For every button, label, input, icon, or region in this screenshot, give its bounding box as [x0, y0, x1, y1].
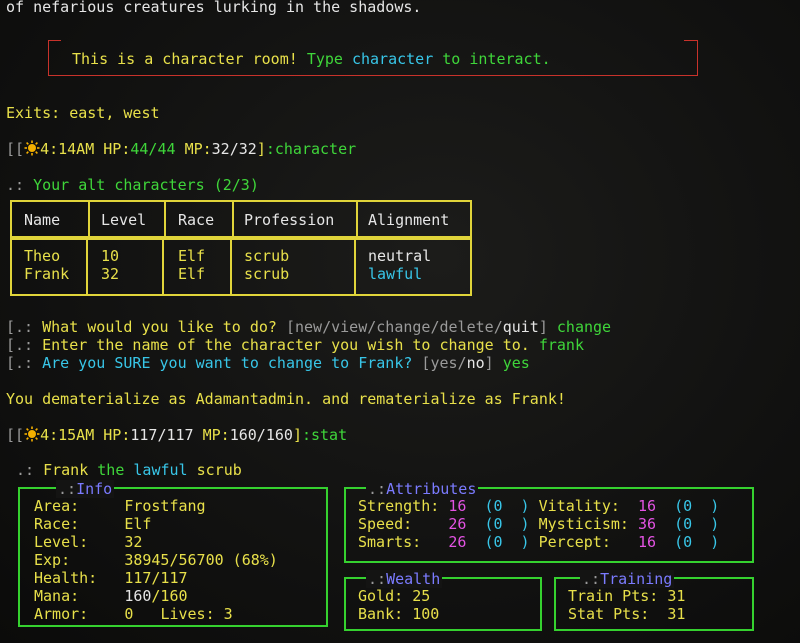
table-cell-name: Theo	[24, 247, 61, 265]
sun-icon	[24, 426, 40, 442]
wealth-panel-title: .:Wealth	[366, 570, 443, 588]
stat-heading: .: Frank the lawful scrub	[16, 461, 242, 479]
menu-question-line: [.: What would you like to do? [new/view…	[6, 318, 612, 336]
info-area-row: Area: Frostfang	[34, 497, 206, 515]
dematerialize-message: You dematerialize as Adamantadmin. and r…	[6, 390, 566, 408]
table-cell-name: Frank	[24, 265, 70, 283]
table-cell-alignment: neutral	[368, 247, 432, 265]
sun-icon	[24, 140, 40, 156]
banner-command: character	[351, 50, 434, 68]
name-prompt-line: [.: Enter the name of the character you …	[6, 336, 584, 354]
table-cell-race: Elf	[178, 265, 206, 283]
table-cell-level: 10	[101, 247, 120, 265]
info-level-row: Level: 32	[34, 533, 143, 551]
status-prompt-2: [[4:15AM HP:117/117 MP:160/160]:stat	[6, 426, 348, 444]
training-train-row: Train Pts: 31	[568, 587, 686, 605]
confirm-prompt-line: [.: Are you SURE you want to change to F…	[6, 354, 530, 372]
info-panel-title: .:Info	[56, 480, 115, 498]
entered-command-1: character	[274, 140, 357, 158]
wealth-bank-row: Bank: 100	[358, 605, 440, 623]
info-armor-row: Armor: 0 Lives: 3	[34, 605, 233, 623]
intro-line: of nefarious creatures lurking in the sh…	[6, 0, 422, 16]
info-mana-row: Mana: 160/160	[34, 587, 188, 605]
table-cell-alignment: lawful	[368, 265, 423, 283]
alt-characters-heading: .: Your alt characters (2/3)	[6, 176, 259, 194]
attribute-row: Speed: 26 (0 ) Mysticism: 36 (0 )	[358, 515, 720, 533]
table-cell-profession: scrub	[244, 265, 290, 283]
table-cell-profession: scrub	[244, 247, 290, 265]
table-header-alignment: Alignment	[368, 211, 450, 229]
wealth-gold-row: Gold: 25	[358, 587, 431, 605]
table-cell-race: Elf	[178, 247, 206, 265]
attribute-row: Smarts: 26 (0 ) Percept: 16 (0 )	[358, 533, 720, 551]
table-header-level: Level	[101, 211, 147, 229]
training-stat-row: Stat Pts: 31	[568, 605, 686, 623]
info-health-row: Health: 117/117	[34, 569, 188, 587]
table-cell-level: 32	[101, 265, 120, 283]
table-header-name: Name	[24, 211, 61, 229]
entered-command-2: stat	[311, 426, 348, 444]
attributes-panel-title: .:Attributes	[366, 480, 479, 498]
table-header-race: Race	[178, 211, 215, 229]
exits-line: Exits: east, west	[6, 104, 160, 122]
status-prompt-1: [[4:14AM HP:44/44 MP:32/32]:character	[6, 140, 357, 158]
banner-text: This is a character room! Type character…	[72, 50, 551, 68]
info-exp-row: Exp: 38945/56700 (68%)	[34, 551, 278, 569]
attribute-row: Strength: 16 (0 ) Vitality: 16 (0 )	[358, 497, 720, 515]
info-race-row: Race: Elf	[34, 515, 152, 533]
training-panel-title: .:Training	[580, 570, 675, 588]
table-header-profession: Profession	[244, 211, 335, 229]
